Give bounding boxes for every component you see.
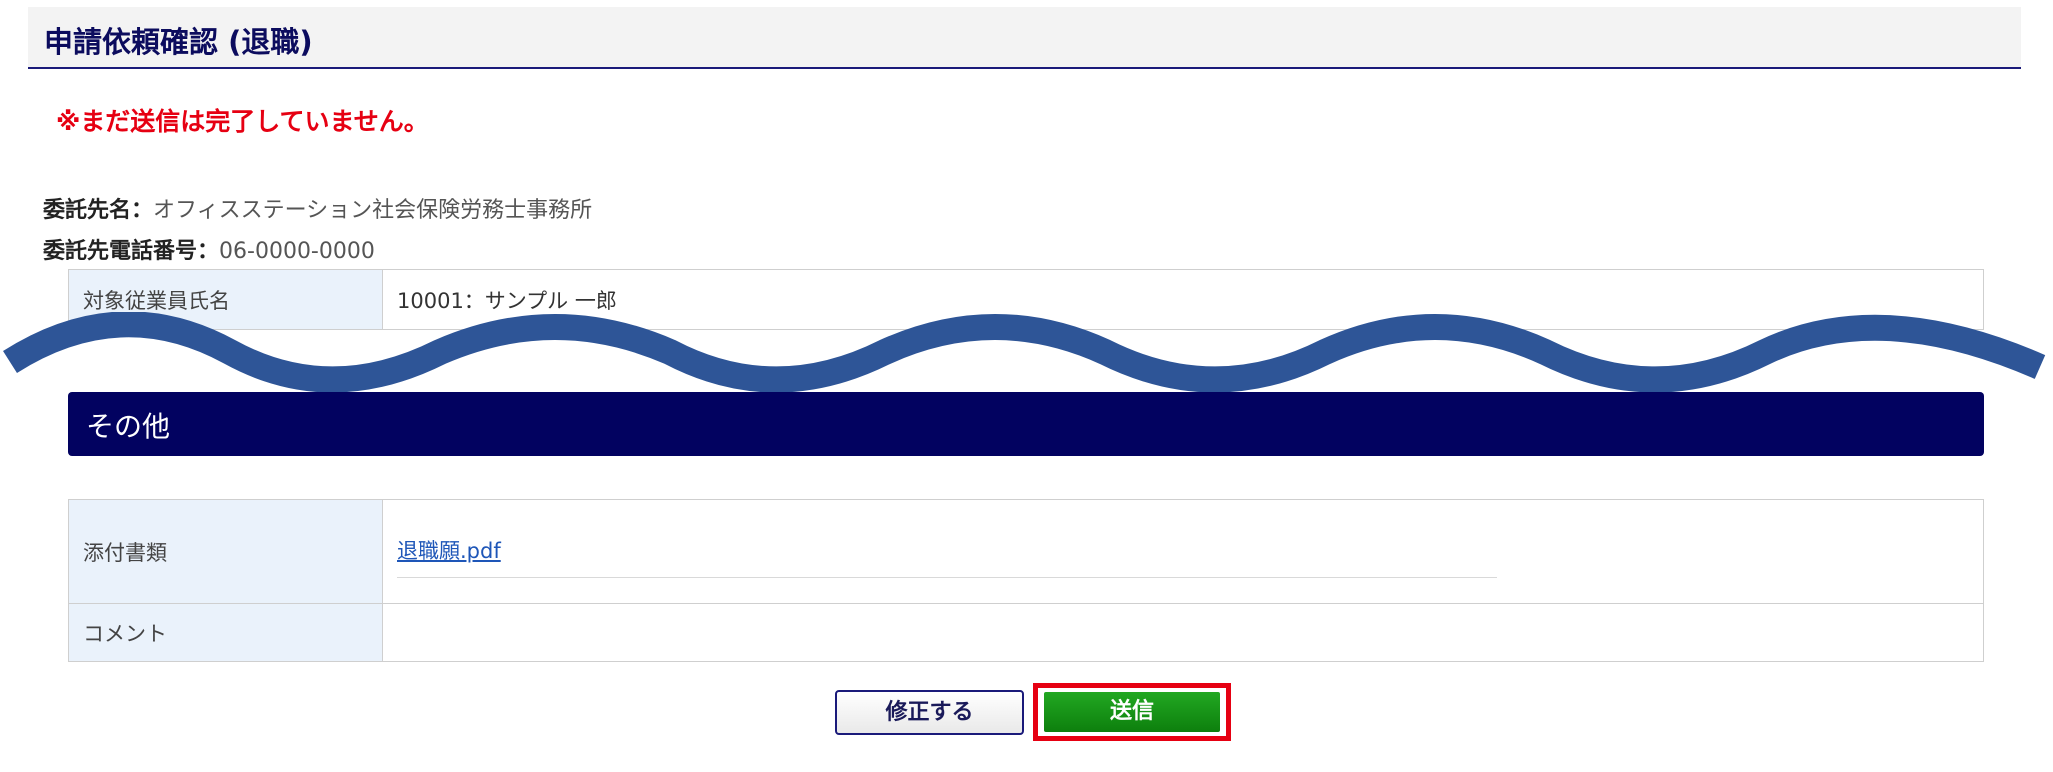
contractor-value: オフィスステーション社会保険労務士事務所 <box>153 198 593 223</box>
attachment-cell: 退職願.pdf <box>382 499 1984 604</box>
page-header: 申請依頼確認 (退職) <box>28 7 2021 69</box>
page-title: 申請依頼確認 (退職) <box>44 25 313 59</box>
table-row: 添付書類 退職願.pdf <box>68 499 1984 604</box>
attachment-file-link[interactable]: 退職願.pdf <box>397 535 1497 578</box>
comment-label: コメント <box>68 603 383 662</box>
edit-button[interactable]: 修正する <box>835 690 1024 735</box>
phone-value: 06-0000-0000 <box>219 239 375 264</box>
phone-info: 委託先電話番号：06-0000-0000 <box>43 233 375 265</box>
send-button[interactable]: 送信 <box>1044 692 1220 732</box>
contractor-label: 委託先名： <box>43 198 154 223</box>
table-row: コメント <box>68 603 1984 662</box>
section-title: その他 <box>86 410 171 443</box>
comment-value <box>382 603 1984 662</box>
warning-message: ※まだ送信は完了していません。 <box>56 107 429 136</box>
phone-label: 委託先電話番号： <box>43 239 220 264</box>
contractor-info: 委託先名：オフィスステーション社会保険労務士事務所 <box>43 192 592 224</box>
section-header-other: その他 <box>68 392 1984 456</box>
attachment-label: 添付書類 <box>68 499 383 604</box>
other-table: 添付書類 退職願.pdf コメント <box>68 499 1984 662</box>
